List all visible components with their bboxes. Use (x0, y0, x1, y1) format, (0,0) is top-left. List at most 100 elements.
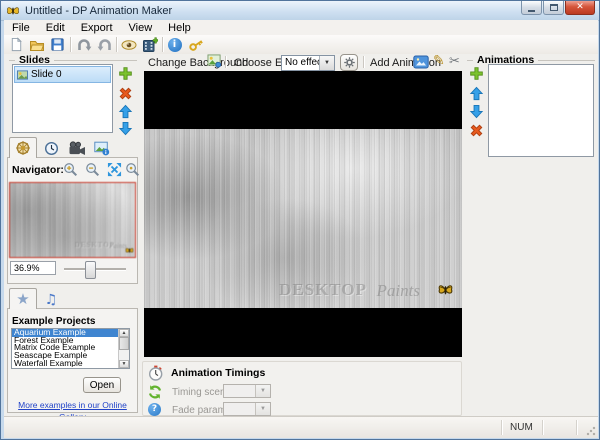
slides-list[interactable]: Slide 0 (12, 64, 113, 133)
save-floppy-icon (50, 37, 65, 52)
minimize-button[interactable] (521, 1, 542, 15)
app-window: Untitled - DP Animation Maker ✕ File Edi… (0, 0, 600, 440)
main-toolbar: i (4, 35, 598, 55)
redo-button[interactable] (96, 36, 113, 53)
menu-export[interactable]: Export (73, 21, 121, 35)
delete-slide-button[interactable] (118, 86, 133, 101)
fade-parameter-select[interactable]: ▼ (223, 402, 271, 416)
example-item-aquarium[interactable]: Aquarium Example (12, 329, 118, 337)
plus-icon (469, 66, 484, 81)
tab-timing[interactable] (39, 138, 63, 159)
delete-animation-button[interactable] (469, 123, 484, 138)
zoom-value-input[interactable] (10, 261, 56, 275)
move-slide-up-button[interactable] (118, 104, 133, 119)
zoom-actual-icon (125, 162, 140, 177)
brush-tool-button[interactable]: ✎ (433, 54, 445, 68)
arrow-up-icon (469, 86, 484, 101)
timing-scene-select[interactable]: ▼ (223, 384, 271, 398)
music-note-icon: ♫ (45, 293, 58, 307)
minimize-icon (528, 10, 535, 12)
animation-gallery-button[interactable] (413, 55, 429, 69)
resize-grip[interactable] (586, 426, 596, 436)
open-folder-icon (29, 37, 45, 53)
animation-canvas[interactable]: DESKTOP Paints (144, 71, 462, 357)
scroll-thumb[interactable] (119, 337, 129, 350)
animation-timings-panel: Animation Timings Timing scene: ▼ ? Fade… (142, 361, 462, 416)
menu-edit[interactable]: Edit (38, 21, 73, 35)
menu-help[interactable]: Help (160, 21, 199, 35)
navigator-zoom-out-button[interactable] (85, 162, 100, 177)
eye-icon (121, 37, 137, 53)
tab-music[interactable]: ♫ (39, 289, 63, 310)
navigator-zoom-actual-button[interactable] (125, 162, 140, 177)
move-animation-down-button[interactable] (469, 104, 484, 119)
delete-x-icon (118, 86, 133, 101)
tab-background-settings[interactable] (9, 137, 37, 158)
num-lock-indicator: NUM (510, 422, 533, 433)
navigator-thumbnail[interactable]: DESKTOP Paints (9, 182, 136, 258)
example-item-seascape[interactable]: Seascape Example (12, 352, 118, 360)
navigator-zoom-in-button[interactable] (63, 162, 78, 177)
undo-button[interactable] (75, 36, 92, 53)
example-projects-list[interactable]: Aquarium Example Forest Example Matrix C… (11, 328, 130, 369)
cut-tool-button[interactable]: ✂ (449, 55, 460, 68)
navigator-fit-button[interactable] (107, 162, 122, 177)
maximize-button[interactable] (543, 1, 564, 15)
add-animation-button[interactable]: Add Animation (370, 57, 441, 69)
add-slide-button[interactable] (118, 66, 133, 81)
dropdown-arrow-icon: ▼ (319, 56, 334, 70)
effect-select[interactable]: No effect ▼ (281, 55, 335, 71)
arrow-down-icon (469, 104, 484, 119)
animation-picture-icon (413, 55, 429, 69)
maximize-icon (550, 4, 558, 11)
save-file-button[interactable] (49, 36, 66, 53)
add-animation-item-button[interactable] (469, 66, 484, 81)
image-info-icon (94, 141, 110, 156)
scroll-up-arrow[interactable]: ▲ (119, 329, 129, 337)
tab-favorites[interactable]: ★ (9, 288, 37, 309)
background-image: DESKTOP Paints (144, 129, 462, 308)
slide-label: Slide 0 (31, 69, 62, 80)
navigator-label: Navigator: (12, 164, 64, 176)
open-example-button[interactable]: Open (83, 377, 121, 393)
close-button[interactable]: ✕ (565, 1, 595, 15)
clock-icon (44, 141, 59, 156)
watermark-paints: Paints (377, 281, 420, 301)
activation-key-button[interactable] (187, 36, 204, 53)
info-button[interactable]: i (166, 36, 183, 53)
undo-icon (76, 37, 92, 53)
tab-camera[interactable] (63, 138, 91, 159)
video-camera-icon (69, 141, 86, 156)
arrow-up-icon (118, 104, 133, 119)
help-icon: ? (148, 403, 161, 416)
effect-settings-button[interactable] (340, 54, 358, 71)
star-icon: ★ (16, 292, 29, 307)
move-slide-down-button[interactable] (118, 121, 133, 136)
move-animation-up-button[interactable] (469, 86, 484, 101)
open-file-button[interactable] (28, 36, 45, 53)
scroll-down-arrow[interactable]: ▼ (119, 360, 129, 368)
effect-value: No effect (282, 56, 319, 70)
menu-view[interactable]: View (121, 21, 161, 35)
export-movie-button[interactable] (141, 36, 158, 53)
title-bar[interactable]: Untitled - DP Animation Maker ✕ (1, 1, 599, 21)
change-background-icon-button[interactable] (207, 54, 222, 68)
example-item-waterfall[interactable]: Waterfall Example (12, 360, 118, 368)
slide-list-item[interactable]: Slide 0 (14, 66, 111, 83)
new-file-icon (9, 37, 24, 52)
example-item-matrix[interactable]: Matrix Code Example (12, 344, 118, 352)
examples-scrollbar[interactable]: ▲ ▼ (118, 329, 129, 368)
background-image-icon (207, 54, 222, 68)
example-projects-title: Example Projects (12, 316, 95, 327)
new-file-button[interactable] (8, 36, 25, 53)
window-title: Untitled - DP Animation Maker (25, 5, 172, 17)
animations-list[interactable] (488, 64, 594, 157)
refresh-icon (147, 384, 163, 400)
app-icon (6, 4, 20, 18)
tab-image-properties[interactable] (89, 138, 115, 159)
zoom-slider-thumb[interactable] (85, 261, 96, 279)
arrow-down-icon (118, 121, 133, 136)
example-item-forest[interactable]: Forest Example (12, 337, 118, 345)
menu-file[interactable]: File (4, 21, 38, 35)
preview-button[interactable] (120, 36, 137, 53)
